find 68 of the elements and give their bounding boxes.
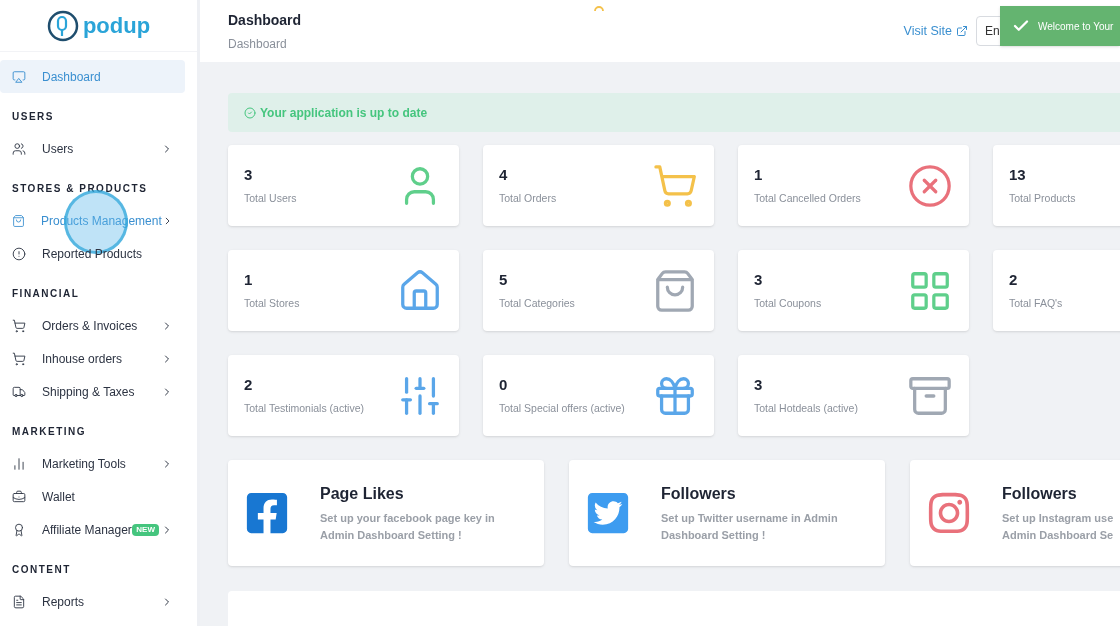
stat-label: Total Orders <box>499 190 557 206</box>
stat-label: Total Coupons <box>754 295 822 311</box>
page-title: Dashboard <box>228 10 302 30</box>
sidebar-item[interactable]: Marketing Tools <box>0 447 185 480</box>
facebook-icon <box>244 490 290 536</box>
check-circle-icon <box>244 106 256 119</box>
stat-label: Total Special offers (active) <box>499 400 625 416</box>
stat-value: 13 <box>1009 165 1026 186</box>
sidebar-item[interactable]: Wallet <box>0 480 185 513</box>
twitter-icon <box>585 490 631 536</box>
sidebar-item[interactable]: Shipping & Taxes <box>0 375 185 408</box>
cart-icon <box>12 351 26 366</box>
instagram-icon <box>926 490 972 536</box>
sidebar-item[interactable]: Users <box>0 132 185 165</box>
stat-value: 3 <box>244 165 253 186</box>
cart-icon <box>12 318 26 333</box>
social-card-description: Set up Twitter username in Admin Dashboard Setting ! <box>661 511 838 543</box>
award-icon <box>12 522 26 537</box>
sidebar-item[interactable]: Reports <box>0 585 185 618</box>
truck-icon <box>12 384 26 399</box>
sidebar-item[interactable]: Orders & Invoices <box>0 309 185 342</box>
stat-value: 4 <box>499 165 508 186</box>
external-link-icon <box>956 25 968 37</box>
alert-icon <box>12 246 26 261</box>
sidebar-item[interactable]: Reported Products <box>0 237 185 270</box>
new-badge: NEW <box>132 523 159 536</box>
users-icon <box>12 141 26 156</box>
bar-chart-icon <box>12 456 26 471</box>
cart-icon <box>652 162 698 209</box>
update-alert: Your application is up to date <box>228 93 1120 132</box>
visit-site-link[interactable]: Visit Site <box>903 21 968 41</box>
stat-label: Total Testimonials (active) <box>244 400 365 416</box>
stat-label: Total Hotdeals (active) <box>754 400 858 416</box>
welcome-toast: Welcome to Your <box>1000 6 1120 46</box>
monitor-icon <box>12 69 26 84</box>
stat-label: Total Categories <box>499 295 575 311</box>
stat-value: 1 <box>754 165 763 186</box>
social-card-title: Page Likes <box>320 484 404 504</box>
sidebar-item[interactable]: Affiliate Manager NEW <box>0 513 185 546</box>
bag-icon <box>12 213 26 228</box>
stat-label: Total Products <box>1009 190 1076 206</box>
logo-icon <box>46 9 79 42</box>
breadcrumb: Dashboard <box>228 35 288 53</box>
stat-value: 2 <box>1009 270 1018 291</box>
section-heading: FINANCIAL <box>11 287 81 301</box>
stat-label: Total Stores <box>244 295 300 311</box>
section-heading: USERS <box>11 110 55 124</box>
sidebar-item[interactable]: Inhouse orders <box>0 342 185 375</box>
logo-text: podup <box>82 14 151 37</box>
briefcase-icon <box>12 489 26 504</box>
social-card-title: Followers <box>661 484 736 504</box>
stat-value: 0 <box>499 375 508 396</box>
document-icon <box>12 594 26 609</box>
stat-label: Total Cancelled Orders <box>754 190 861 206</box>
cancel-icon <box>907 162 953 209</box>
stat-value: 3 <box>754 375 763 396</box>
stat-label: Total Users <box>244 190 297 206</box>
stat-label: Total FAQ's <box>1009 295 1063 311</box>
stat-value: 3 <box>754 270 763 291</box>
stat-value: 1 <box>244 270 253 291</box>
social-card-title: Followers <box>1002 484 1077 504</box>
section-heading: STORES & PRODUCTS <box>11 182 149 196</box>
social-card-description: Set up your facebook page key in Admin Dashboard Setting ! <box>320 511 495 543</box>
section-heading: MARKETING <box>11 425 88 439</box>
section-heading: CONTENT <box>11 563 72 577</box>
stat-value: 2 <box>244 375 253 396</box>
social-card-description: Set up Instagram use Admin Dashboard Se <box>1002 511 1114 543</box>
stat-value: 5 <box>499 270 508 291</box>
